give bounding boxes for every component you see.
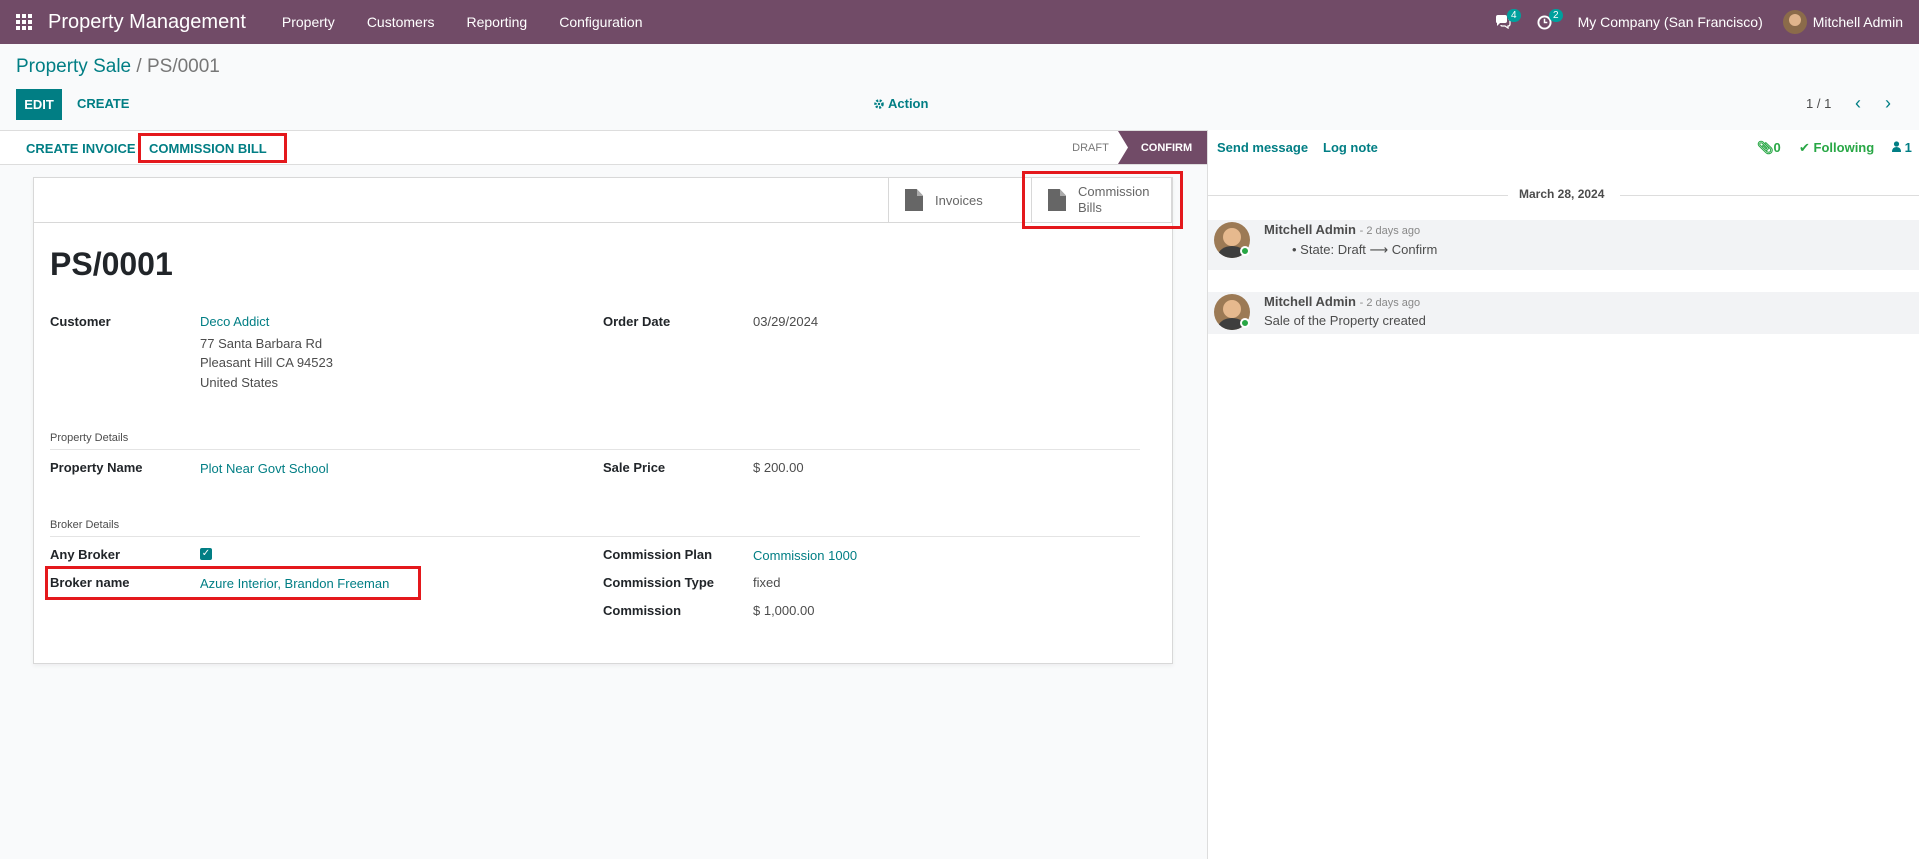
user-avatar — [1782, 10, 1807, 34]
app-brand[interactable]: Property Management — [48, 11, 246, 34]
chatter-message: Mitchell Admin - 2 days ago Sale of the … — [1208, 292, 1919, 334]
create-button[interactable]: CREATE — [77, 96, 129, 111]
online-status-icon — [1240, 246, 1250, 256]
stage-confirm[interactable]: CONFIRM — [1118, 131, 1207, 164]
message-time: - 2 days ago — [1359, 225, 1421, 237]
order-date-label: Order Date — [603, 314, 671, 329]
following-label: Following — [1813, 140, 1875, 155]
commission-type-value: fixed — [753, 575, 781, 590]
action-label: Action — [888, 96, 929, 111]
stage-draft[interactable]: DRAFT — [1062, 131, 1119, 164]
customer-address-line2: Pleasant Hill CA 94523 — [200, 355, 333, 370]
property-name-label: Property Name — [50, 460, 143, 475]
pager-next-icon[interactable]: › — [1885, 93, 1891, 113]
commission-value: $ 1,000.00 — [753, 603, 815, 618]
followers-button[interactable]: 1 — [1892, 140, 1912, 155]
customer-address-line1: 77 Santa Barbara Rd — [200, 336, 323, 351]
top-navbar: Property Management Property Customers R… — [0, 0, 1919, 44]
edit-button[interactable]: EDIT — [16, 89, 62, 120]
record-title: PS/0001 — [50, 246, 173, 282]
date-separator: March 28, 2024 — [1208, 187, 1919, 201]
breadcrumb-parent[interactable]: Property Sale — [16, 56, 131, 77]
sale-price-label: Sale Price — [603, 460, 666, 475]
message-author: Mitchell Admin - 2 days ago — [1264, 222, 1421, 237]
menu-configuration[interactable]: Configuration — [543, 0, 658, 44]
pager-value[interactable]: 1 / 1 — [1806, 96, 1831, 111]
commission-bills-highlight — [1022, 171, 1183, 229]
customer-label: Customer — [50, 314, 111, 329]
property-details-title: Property Details — [50, 432, 129, 444]
breadcrumb-separator: / — [136, 56, 142, 77]
activity-clock-icon[interactable]: 2 — [1524, 0, 1566, 44]
broker-details-title: Broker Details — [50, 519, 120, 531]
breadcrumb: Property Sale / PS/0001 — [16, 56, 220, 78]
commission-plan-link[interactable]: Commission 1000 — [753, 548, 857, 563]
breadcrumb-current: PS/0001 — [146, 56, 220, 77]
message-body: Sale of the Property created — [1264, 313, 1426, 328]
menu-reporting[interactable]: Reporting — [451, 0, 544, 44]
menu-customers[interactable]: Customers — [351, 0, 451, 44]
sale-price-value: $ 200.00 — [753, 460, 804, 475]
any-broker-checkbox[interactable]: ✓ — [200, 548, 212, 560]
smart-button-box: Invoices Commission Bills — [34, 178, 1172, 223]
invoices-smart-button[interactable]: Invoices — [888, 178, 1028, 222]
messaging-icon[interactable]: 4 — [1482, 0, 1524, 44]
attachments-count: 0 — [1773, 140, 1781, 155]
message-body: • State: Draft ⟶ Confirm — [1292, 242, 1438, 257]
any-broker-label: Any Broker — [50, 547, 121, 562]
invoices-label: Invoices — [935, 192, 983, 208]
paperclip-icon: 📎︎ — [1757, 140, 1774, 155]
chatter-message: Mitchell Admin - 2 days ago • State: Dra… — [1208, 220, 1919, 270]
attachments-button[interactable]: 📎︎0 — [1757, 140, 1781, 156]
commission-type-label: Commission Type — [603, 575, 715, 590]
file-icon — [905, 189, 923, 211]
action-menu-button[interactable]: Action — [874, 96, 928, 111]
separator-line — [50, 536, 1140, 537]
apps-menu-icon[interactable] — [0, 0, 48, 44]
property-name-link[interactable]: Plot Near Govt School — [200, 461, 329, 476]
menu-property[interactable]: Property — [266, 0, 351, 44]
activities-badge: 2 — [1549, 9, 1563, 22]
separator-line — [50, 449, 1140, 450]
create-invoice-button[interactable]: CREATE INVOICE — [26, 141, 136, 156]
followers-count: 1 — [1904, 140, 1912, 155]
message-author: Mitchell Admin - 2 days ago — [1264, 294, 1421, 309]
order-date-value: 03/29/2024 — [753, 314, 819, 329]
message-time: - 2 days ago — [1359, 297, 1421, 309]
chatter-panel: Send message Log note 📎︎0 ✔ Following 1 … — [1207, 130, 1919, 859]
user-name: Mitchell Admin — [1812, 14, 1903, 30]
send-message-button[interactable]: Send message — [1217, 140, 1308, 155]
broker-name-highlight — [45, 566, 421, 600]
user-menu[interactable]: Mitchell Admin — [1782, 10, 1919, 34]
pager-previous-icon[interactable]: ‹ — [1855, 93, 1861, 113]
log-note-button[interactable]: Log note — [1323, 140, 1378, 155]
commission-label: Commission — [603, 603, 682, 618]
date-separator-label: March 28, 2024 — [1519, 187, 1605, 201]
commission-bill-highlight — [138, 133, 287, 163]
customer-address-line3: United States — [200, 375, 279, 390]
following-button[interactable]: ✔ Following — [1799, 140, 1874, 156]
messages-badge: 4 — [1507, 9, 1521, 22]
user-icon — [1892, 141, 1901, 152]
gear-icon — [874, 98, 884, 109]
customer-link[interactable]: Deco Addict — [200, 314, 269, 329]
company-switcher[interactable]: My Company (San Francisco) — [1566, 14, 1783, 30]
check-icon: ✔ — [1799, 140, 1810, 155]
online-status-icon — [1240, 318, 1250, 328]
commission-plan-label: Commission Plan — [603, 547, 713, 562]
